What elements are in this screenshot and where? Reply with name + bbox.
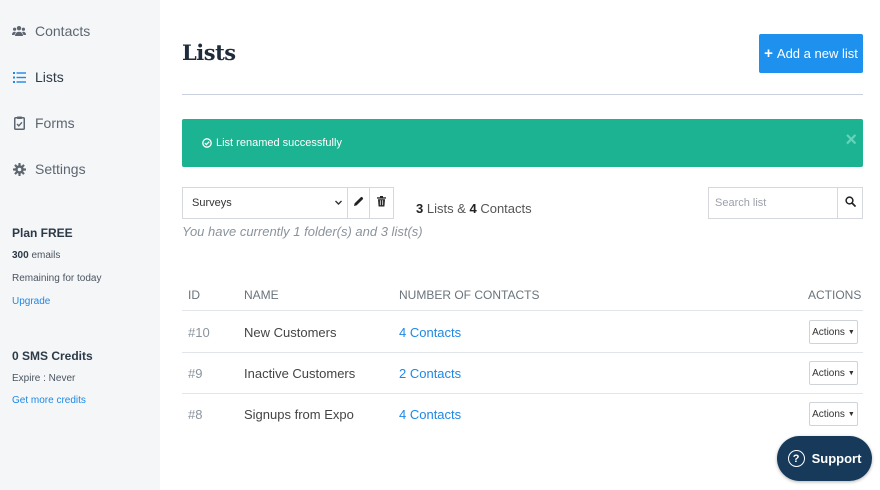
sidebar-item-forms[interactable]: Forms [12, 112, 75, 134]
sidebar-item-lists[interactable]: Lists [12, 66, 64, 88]
contacts-label: Contacts [476, 201, 532, 216]
plan-emails: 300 emails [12, 250, 60, 261]
contacts-count: 4 [469, 201, 477, 216]
lists-label: Lists & [423, 201, 470, 216]
row-contacts-link[interactable]: 2 Contacts [399, 366, 461, 381]
sidebar: Contacts Lists Forms Settings Plan FREE … [0, 0, 160, 490]
row-id: #8 [188, 407, 203, 422]
header-divider [182, 94, 863, 95]
row-name: Inactive Customers [244, 366, 356, 381]
delete-folder-button[interactable] [369, 187, 394, 219]
list-icon [12, 70, 26, 84]
lists-contacts-summary: 3 Lists & 4 Contacts [416, 201, 532, 216]
table-divider [182, 352, 863, 353]
row-contacts-link[interactable]: 4 Contacts [399, 407, 461, 422]
support-label: Support [811, 451, 862, 466]
sidebar-item-contacts[interactable]: Contacts [12, 20, 90, 42]
get-more-credits-link[interactable]: Get more credits [12, 395, 86, 406]
folder-info-text: You have currently 1 folder(s) and 3 lis… [182, 224, 423, 239]
sidebar-item-settings[interactable]: Settings [12, 158, 86, 180]
clipboard-icon [12, 116, 26, 130]
question-icon: ? [787, 450, 805, 467]
search-button[interactable] [837, 188, 862, 218]
column-header-contacts: NUMBER OF CONTACTS [399, 288, 540, 302]
row-actions-button[interactable]: Actions ▼ [809, 402, 858, 426]
sidebar-item-label: Forms [35, 115, 75, 131]
emails-count: 300 [12, 250, 29, 261]
sms-expire: Expire : Never [12, 373, 76, 384]
plan-title: Plan FREE [12, 226, 73, 240]
add-new-list-button[interactable]: + Add a new list [759, 34, 863, 73]
caret-down-icon: ▼ [847, 328, 855, 336]
support-button[interactable]: ? Support [777, 436, 872, 481]
alert-text: List renamed successfully [216, 137, 342, 149]
row-contacts-link[interactable]: 4 Contacts [399, 325, 461, 340]
row-name: Signups from Expo [244, 407, 354, 422]
upgrade-link[interactable]: Upgrade [12, 296, 50, 307]
check-circle-icon [202, 138, 212, 148]
success-alert: List renamed successfully × [182, 119, 863, 167]
column-header-actions: ACTIONS [808, 288, 862, 302]
alert-message: List renamed successfully [202, 137, 342, 149]
folder-selected-value: Surveys [192, 197, 232, 209]
emails-label: emails [28, 250, 61, 261]
sidebar-item-label: Contacts [35, 23, 91, 39]
edit-folder-button[interactable] [347, 187, 370, 219]
sidebar-item-label: Lists [35, 69, 64, 85]
close-icon[interactable]: × [845, 130, 857, 150]
plan-remaining: Remaining for today [12, 273, 102, 284]
table-divider [182, 393, 863, 394]
add-new-list-label: Add a new list [776, 46, 858, 61]
pencil-icon [353, 194, 364, 212]
row-name: New Customers [244, 325, 337, 340]
actions-label: Actions [812, 326, 845, 338]
chevron-down-icon [334, 198, 343, 210]
users-icon [12, 24, 26, 38]
row-actions-button[interactable]: Actions ▼ [809, 320, 858, 344]
sidebar-item-label: Settings [35, 161, 86, 177]
trash-icon [377, 194, 386, 212]
folder-select[interactable]: Surveys [182, 187, 347, 219]
plus-icon: + [764, 45, 773, 62]
row-id: #9 [188, 366, 203, 381]
sms-credits-title: 0 SMS Credits [12, 349, 93, 363]
actions-label: Actions [812, 408, 845, 420]
actions-label: Actions [812, 367, 845, 379]
column-header-id: ID [188, 288, 200, 302]
row-actions-button[interactable]: Actions ▼ [809, 361, 858, 385]
caret-down-icon: ▼ [847, 410, 855, 418]
search-box [708, 187, 863, 219]
search-input[interactable] [709, 188, 838, 218]
column-header-name: NAME [244, 288, 279, 302]
page-title: Lists [182, 40, 236, 65]
gear-icon [12, 162, 26, 176]
table-divider [182, 310, 863, 311]
search-icon [844, 194, 856, 212]
row-id: #10 [188, 325, 210, 340]
caret-down-icon: ▼ [847, 369, 855, 377]
